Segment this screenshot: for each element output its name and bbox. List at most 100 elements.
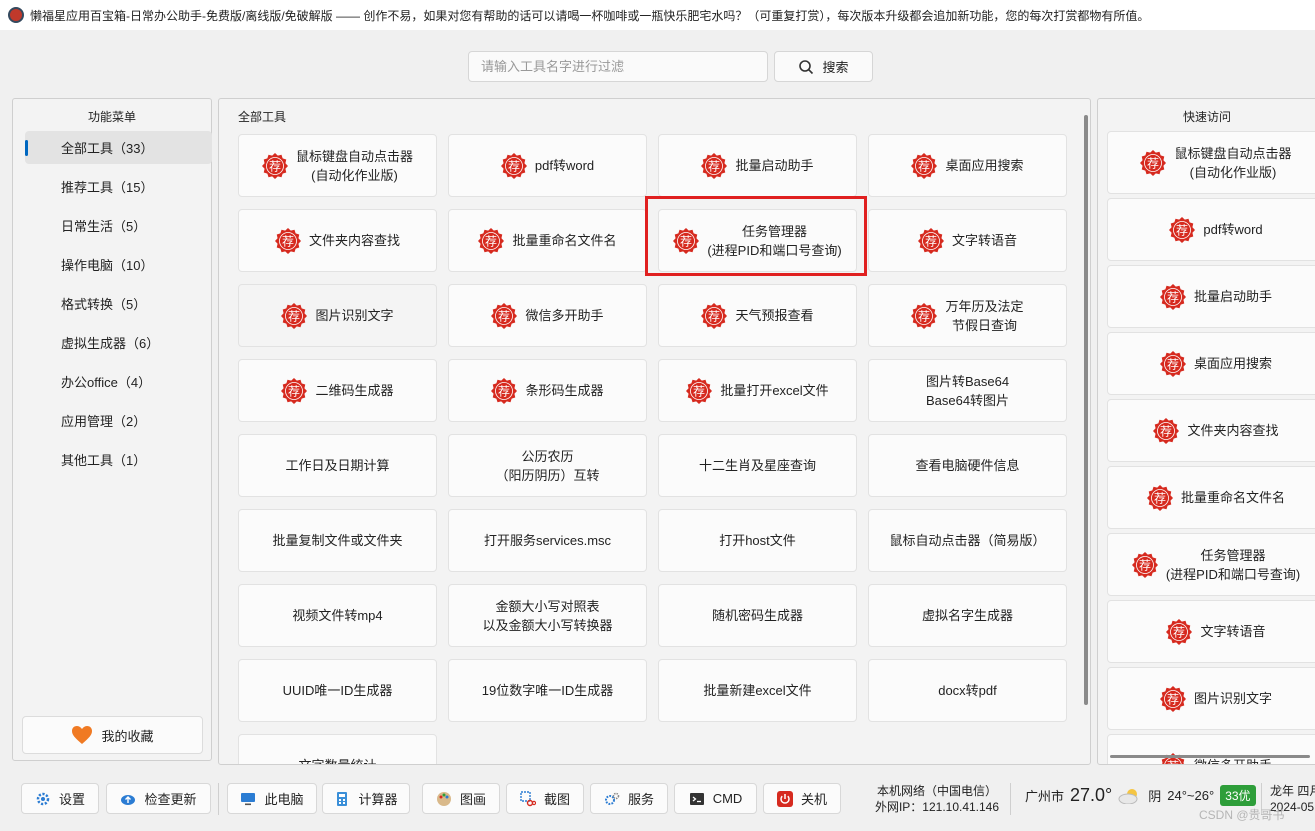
recommend-badge-icon: 荐 (686, 377, 713, 404)
quick-access-button[interactable]: 荐批量启动助手 (1107, 265, 1315, 328)
search-input[interactable] (468, 51, 768, 82)
tool-button[interactable]: 19位数字唯一ID生成器 (448, 659, 647, 722)
sidebar-item[interactable]: 其他工具（1） (25, 443, 212, 476)
svg-text:荐: 荐 (918, 309, 930, 323)
recommend-badge-icon: 荐 (1169, 216, 1196, 243)
svg-text:荐: 荐 (1167, 759, 1179, 765)
quick-access-button[interactable]: 荐微信多开助手 (1107, 734, 1315, 765)
tool-label: 鼠标键盘自动点击器 (自动化作业版) (295, 148, 413, 183)
toolbar-button[interactable]: 此电脑 (227, 783, 317, 814)
tool-button[interactable]: 视频文件转mp4 (238, 584, 437, 647)
monitor-icon (240, 791, 256, 807)
tool-label: 十二生肖及星座查询 (698, 458, 816, 473)
tool-button[interactable]: 荐 条形码生成器 (448, 359, 647, 422)
sidebar-item[interactable]: 虚拟生成器（6） (25, 326, 212, 359)
tool-button[interactable]: 荐 任务管理器 (进程PID和端口号查询) (658, 209, 857, 272)
tool-button[interactable]: 荐文件夹内容查找 (238, 209, 437, 272)
toolbar-button[interactable]: 图画 (422, 783, 500, 814)
search-button[interactable]: 搜索 (774, 51, 873, 82)
tool-button[interactable]: 荐 天气预报查看 (658, 284, 857, 347)
tool-label: 条形码生成器 (525, 383, 604, 398)
palette-icon (436, 791, 452, 807)
tool-button[interactable]: 十二生肖及星座查询 (658, 434, 857, 497)
tool-button[interactable]: 文字数量统计 (238, 734, 437, 764)
sidebar-item[interactable]: 操作电脑（10） (25, 248, 212, 281)
svg-text:荐: 荐 (1160, 424, 1172, 438)
quick-access-button[interactable]: 荐批量重命名文件名 (1107, 466, 1315, 529)
tool-button[interactable]: 荐 图片识别文字 (238, 284, 437, 347)
quick-access-button[interactable]: 荐任务管理器 (进程PID和端口号查询) (1107, 533, 1315, 596)
tool-button[interactable]: 荐鼠标键盘自动点击器 (自动化作业版) (238, 134, 437, 197)
quick-access-button[interactable]: 荐 鼠标键盘自动点击器 (自动化作业版) (1107, 131, 1315, 194)
quick-access-button[interactable]: 荐 文字转语音 (1107, 600, 1315, 663)
tool-button[interactable]: 荐 批量启动助手 (658, 134, 857, 197)
toolbar-button[interactable]: 检查更新 (106, 783, 211, 814)
cloudy-icon (1118, 788, 1138, 804)
sidebar-item[interactable]: 办公office（4） (25, 365, 212, 398)
tool-button[interactable]: 荐 微信多开助手 (448, 284, 647, 347)
tools-scrollbar[interactable] (1084, 115, 1088, 705)
svg-text:荐: 荐 (1176, 223, 1188, 237)
tool-button[interactable]: 金额大小写对照表 以及金额大小写转换器 (448, 584, 647, 647)
quick-access-button[interactable]: 荐 文件夹内容查找 (1107, 399, 1315, 462)
quick-access-button[interactable]: 荐桌面应用搜索 (1107, 332, 1315, 395)
tool-button[interactable]: 随机密码生成器 (658, 584, 857, 647)
cmd-button[interactable]: CMD (674, 783, 757, 814)
sidebar-item[interactable]: 应用管理（2） (25, 404, 212, 437)
sidebar-item-label: 应用管理（2） (61, 414, 147, 429)
tool-button[interactable]: 批量复制文件或文件夹 (238, 509, 437, 572)
tool-button[interactable]: docx转pdf (868, 659, 1067, 722)
sidebar-item[interactable]: 全部工具（33） (25, 131, 212, 164)
tool-button[interactable]: 荐 批量重命名文件名 (448, 209, 647, 272)
tool-label: 批量打开excel文件 (720, 383, 829, 398)
toolbar-button[interactable]: 设置 (21, 783, 99, 814)
tool-label: 文字转语音 (951, 233, 1017, 248)
quick-access-button[interactable]: 荐图片识别文字 (1107, 667, 1315, 730)
quick-access-label: 文字转语音 (1200, 624, 1266, 639)
recommend-badge-icon: 荐 (1153, 417, 1180, 444)
sidebar-item[interactable]: 日常生活（5） (25, 209, 212, 242)
tool-button[interactable]: 荐 万年历及法定 节假日查询 (868, 284, 1067, 347)
tool-button[interactable]: 虚拟名字生成器 (868, 584, 1067, 647)
toolbar-button[interactable]: 关机 (763, 783, 841, 814)
favorites-button[interactable]: 我的收藏 (22, 716, 203, 754)
tool-button[interactable]: 荐 pdf转word (448, 134, 647, 197)
quick-access-label: 图片识别文字 (1193, 691, 1272, 706)
tool-button[interactable]: 查看电脑硬件信息 (868, 434, 1067, 497)
tool-button[interactable]: 鼠标自动点击器（简易版） (868, 509, 1067, 572)
quick-access-label: 桌面应用搜索 (1193, 356, 1272, 371)
app-logo-icon (8, 7, 24, 23)
sidebar-item-label: 推荐工具（15） (61, 180, 154, 195)
tool-button[interactable]: 工作日及日期计算 (238, 434, 437, 497)
toolbar-button[interactable]: 截图 (506, 783, 584, 814)
tool-button[interactable]: 荐 桌面应用搜索 (868, 134, 1067, 197)
quick-access-button[interactable]: 荐 pdf转word (1107, 198, 1315, 261)
recommend-badge-icon: 荐 (261, 152, 288, 179)
toolbar-button-label: 图画 (459, 792, 486, 807)
toolbar-button[interactable]: 计算器 (322, 783, 410, 814)
svg-text:荐: 荐 (1147, 156, 1159, 170)
tool-button[interactable]: 荐文字转语音 (868, 209, 1067, 272)
tool-button[interactable]: 批量新建excel文件 (658, 659, 857, 722)
toolbar-button-label: 设置 (58, 792, 85, 807)
tool-button[interactable]: UUID唯一ID生成器 (238, 659, 437, 722)
tool-button[interactable]: 图片转Base64 Base64转图片 (868, 359, 1067, 422)
tool-label: 随机密码生成器 (711, 608, 803, 623)
quick-access-scrollbar[interactable] (1110, 755, 1310, 758)
tool-button[interactable]: 荐 二维码生成器 (238, 359, 437, 422)
quick-access-panel: 快速访问 荐鼠标键盘自动点击器 (自动化作业版) 荐 pdf转word 荐批量启动助手… (1097, 98, 1315, 765)
tool-button[interactable]: 打开服务services.msc (448, 509, 647, 572)
tool-button[interactable]: 打开host文件 (658, 509, 857, 572)
tool-label: 桌面应用搜索 (945, 158, 1024, 173)
recommend-badge-icon: 荐 (1159, 350, 1186, 377)
sidebar-item[interactable]: 格式转换（5） (25, 287, 212, 320)
sidebar-item[interactable]: 推荐工具（15） (25, 170, 212, 203)
quick-access-label: 批量启动助手 (1193, 289, 1272, 304)
tool-button[interactable]: 公历农历 （阳历阴历）互转 (448, 434, 647, 497)
toolbar-button[interactable]: 服务 (590, 783, 668, 814)
recommend-badge-icon: 荐 (478, 227, 505, 254)
sidebar-item-label: 日常生活（5） (61, 219, 147, 234)
tool-label: 金额大小写对照表 以及金额大小写转换器 (482, 598, 613, 633)
tool-button[interactable]: 荐 批量打开excel文件 (658, 359, 857, 422)
tool-label: 公历农历 （阳历阴历）互转 (495, 448, 600, 483)
